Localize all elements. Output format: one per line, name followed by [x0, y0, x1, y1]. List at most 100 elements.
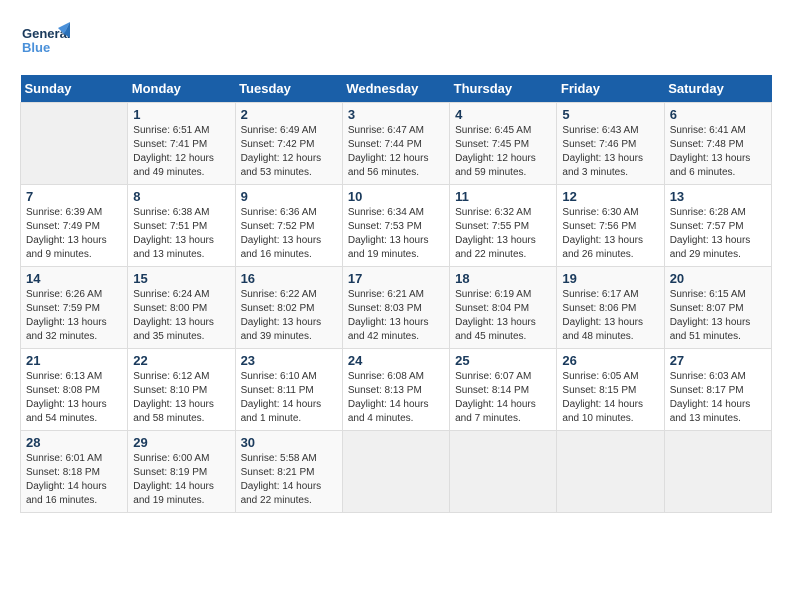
- calendar-cell: 17 Sunrise: 6:21 AM Sunset: 8:03 PM Dayli…: [342, 267, 449, 349]
- calendar-cell: 12 Sunrise: 6:30 AM Sunset: 7:56 PM Dayli…: [557, 185, 664, 267]
- calendar-body: 1Sunrise: 6:51 AM Sunset: 7:41 PM Daylig…: [21, 103, 772, 513]
- day-number: 3: [348, 107, 444, 122]
- day-info: Sunrise: 5:58 AM Sunset: 8:21 PM Dayligh…: [241, 452, 337, 508]
- day-info: Sunrise: 6:01 AM Sunset: 8:18 PM Dayligh…: [26, 452, 122, 508]
- day-info: Sunrise: 6:07 AM Sunset: 8:14 PM Dayligh…: [455, 370, 551, 426]
- day-info: Sunrise: 6:38 AM Sunset: 7:51 PM Dayligh…: [133, 206, 229, 262]
- day-info: Sunrise: 6:10 AM Sunset: 8:11 PM Dayligh…: [241, 370, 337, 426]
- weekday-header: SundayMondayTuesdayWednesdayThursdayFrid…: [21, 75, 772, 103]
- day-number: 16: [241, 271, 337, 286]
- day-info: Sunrise: 6:49 AM Sunset: 7:42 PM Dayligh…: [241, 124, 337, 180]
- weekday-label: Sunday: [21, 75, 128, 103]
- calendar-week: 1Sunrise: 6:51 AM Sunset: 7:41 PM Daylig…: [21, 103, 772, 185]
- day-number: 21: [26, 353, 122, 368]
- day-info: Sunrise: 6:12 AM Sunset: 8:10 PM Dayligh…: [133, 370, 229, 426]
- day-info: Sunrise: 6:08 AM Sunset: 8:13 PM Dayligh…: [348, 370, 444, 426]
- day-number: 4: [455, 107, 551, 122]
- weekday-label: Saturday: [664, 75, 771, 103]
- day-info: Sunrise: 6:00 AM Sunset: 8:19 PM Dayligh…: [133, 452, 229, 508]
- day-number: 22: [133, 353, 229, 368]
- calendar-cell: 21 Sunrise: 6:13 AM Sunset: 8:08 PM Dayli…: [21, 349, 128, 431]
- day-number: 27: [670, 353, 766, 368]
- calendar-cell: 18Sunrise: 6:19 AM Sunset: 8:04 PM Dayli…: [450, 267, 557, 349]
- day-number: 5: [562, 107, 658, 122]
- day-info: Sunrise: 6:45 AM Sunset: 7:45 PM Dayligh…: [455, 124, 551, 180]
- svg-text:Blue: Blue: [22, 40, 50, 55]
- calendar-cell: 8 Sunrise: 6:38 AM Sunset: 7:51 PM Daylig…: [128, 185, 235, 267]
- calendar-cell: 20 Sunrise: 6:15 AM Sunset: 8:07 PM Dayli…: [664, 267, 771, 349]
- day-number: 14: [26, 271, 122, 286]
- day-number: 8: [133, 189, 229, 204]
- calendar-cell: 9 Sunrise: 6:36 AM Sunset: 7:52 PM Daylig…: [235, 185, 342, 267]
- calendar-cell: 15 Sunrise: 6:24 AM Sunset: 8:00 PM Dayli…: [128, 267, 235, 349]
- calendar-cell: 14Sunrise: 6:26 AM Sunset: 7:59 PM Dayli…: [21, 267, 128, 349]
- day-number: 26: [562, 353, 658, 368]
- calendar-cell: 10Sunrise: 6:34 AM Sunset: 7:53 PM Dayli…: [342, 185, 449, 267]
- calendar-cell: 27 Sunrise: 6:03 AM Sunset: 8:17 PM Dayli…: [664, 349, 771, 431]
- day-info: Sunrise: 6:32 AM Sunset: 7:55 PM Dayligh…: [455, 206, 551, 262]
- calendar-cell: 23 Sunrise: 6:10 AM Sunset: 8:11 PM Dayli…: [235, 349, 342, 431]
- day-info: Sunrise: 6:13 AM Sunset: 8:08 PM Dayligh…: [26, 370, 122, 426]
- day-info: Sunrise: 6:39 AM Sunset: 7:49 PM Dayligh…: [26, 206, 122, 262]
- day-number: 20: [670, 271, 766, 286]
- day-number: 11: [455, 189, 551, 204]
- calendar-cell: 4 Sunrise: 6:45 AM Sunset: 7:45 PM Daylig…: [450, 103, 557, 185]
- calendar-cell: [21, 103, 128, 185]
- day-info: Sunrise: 6:22 AM Sunset: 8:02 PM Dayligh…: [241, 288, 337, 344]
- day-info: Sunrise: 6:51 AM Sunset: 7:41 PM Dayligh…: [133, 124, 229, 180]
- day-number: 28: [26, 435, 122, 450]
- day-info: Sunrise: 6:30 AM Sunset: 7:56 PM Dayligh…: [562, 206, 658, 262]
- weekday-label: Friday: [557, 75, 664, 103]
- day-info: Sunrise: 6:05 AM Sunset: 8:15 PM Dayligh…: [562, 370, 658, 426]
- day-number: 18: [455, 271, 551, 286]
- calendar-cell: [664, 431, 771, 513]
- calendar-cell: 13 Sunrise: 6:28 AM Sunset: 7:57 PM Dayli…: [664, 185, 771, 267]
- calendar-cell: 7 Sunrise: 6:39 AM Sunset: 7:49 PM Daylig…: [21, 185, 128, 267]
- logo-icon: General Blue: [20, 20, 70, 65]
- day-info: Sunrise: 6:17 AM Sunset: 8:06 PM Dayligh…: [562, 288, 658, 344]
- day-info: Sunrise: 6:43 AM Sunset: 7:46 PM Dayligh…: [562, 124, 658, 180]
- calendar-cell: [342, 431, 449, 513]
- day-info: Sunrise: 6:21 AM Sunset: 8:03 PM Dayligh…: [348, 288, 444, 344]
- weekday-label: Tuesday: [235, 75, 342, 103]
- calendar-week: 28 Sunrise: 6:01 AM Sunset: 8:18 PM Dayli…: [21, 431, 772, 513]
- weekday-label: Wednesday: [342, 75, 449, 103]
- calendar-cell: 22 Sunrise: 6:12 AM Sunset: 8:10 PM Dayli…: [128, 349, 235, 431]
- calendar-cell: 16 Sunrise: 6:22 AM Sunset: 8:02 PM Dayli…: [235, 267, 342, 349]
- day-number: 13: [670, 189, 766, 204]
- day-number: 19: [562, 271, 658, 286]
- day-info: Sunrise: 6:15 AM Sunset: 8:07 PM Dayligh…: [670, 288, 766, 344]
- day-info: Sunrise: 6:24 AM Sunset: 8:00 PM Dayligh…: [133, 288, 229, 344]
- day-number: 2: [241, 107, 337, 122]
- day-number: 25: [455, 353, 551, 368]
- weekday-label: Monday: [128, 75, 235, 103]
- day-number: 12: [562, 189, 658, 204]
- day-info: Sunrise: 6:28 AM Sunset: 7:57 PM Dayligh…: [670, 206, 766, 262]
- calendar-cell: 6 Sunrise: 6:41 AM Sunset: 7:48 PM Daylig…: [664, 103, 771, 185]
- day-info: Sunrise: 6:41 AM Sunset: 7:48 PM Dayligh…: [670, 124, 766, 180]
- day-number: 9: [241, 189, 337, 204]
- calendar-week: 7 Sunrise: 6:39 AM Sunset: 7:49 PM Daylig…: [21, 185, 772, 267]
- calendar-cell: 5 Sunrise: 6:43 AM Sunset: 7:46 PM Daylig…: [557, 103, 664, 185]
- calendar-cell: 26 Sunrise: 6:05 AM Sunset: 8:15 PM Dayli…: [557, 349, 664, 431]
- day-number: 15: [133, 271, 229, 286]
- day-info: Sunrise: 6:36 AM Sunset: 7:52 PM Dayligh…: [241, 206, 337, 262]
- day-number: 7: [26, 189, 122, 204]
- day-number: 6: [670, 107, 766, 122]
- day-number: 23: [241, 353, 337, 368]
- calendar-cell: 24 Sunrise: 6:08 AM Sunset: 8:13 PM Dayli…: [342, 349, 449, 431]
- calendar-cell: 1Sunrise: 6:51 AM Sunset: 7:41 PM Daylig…: [128, 103, 235, 185]
- calendar-cell: 25 Sunrise: 6:07 AM Sunset: 8:14 PM Dayli…: [450, 349, 557, 431]
- weekday-label: Thursday: [450, 75, 557, 103]
- calendar-cell: 11 Sunrise: 6:32 AM Sunset: 7:55 PM Dayli…: [450, 185, 557, 267]
- calendar-cell: 3 Sunrise: 6:47 AM Sunset: 7:44 PM Daylig…: [342, 103, 449, 185]
- day-info: Sunrise: 6:03 AM Sunset: 8:17 PM Dayligh…: [670, 370, 766, 426]
- day-number: 30: [241, 435, 337, 450]
- calendar-cell: 2 Sunrise: 6:49 AM Sunset: 7:42 PM Daylig…: [235, 103, 342, 185]
- day-number: 17: [348, 271, 444, 286]
- day-info: Sunrise: 6:47 AM Sunset: 7:44 PM Dayligh…: [348, 124, 444, 180]
- day-info: Sunrise: 6:34 AM Sunset: 7:53 PM Dayligh…: [348, 206, 444, 262]
- calendar-cell: 28 Sunrise: 6:01 AM Sunset: 8:18 PM Dayli…: [21, 431, 128, 513]
- day-number: 24: [348, 353, 444, 368]
- calendar-week: 14Sunrise: 6:26 AM Sunset: 7:59 PM Dayli…: [21, 267, 772, 349]
